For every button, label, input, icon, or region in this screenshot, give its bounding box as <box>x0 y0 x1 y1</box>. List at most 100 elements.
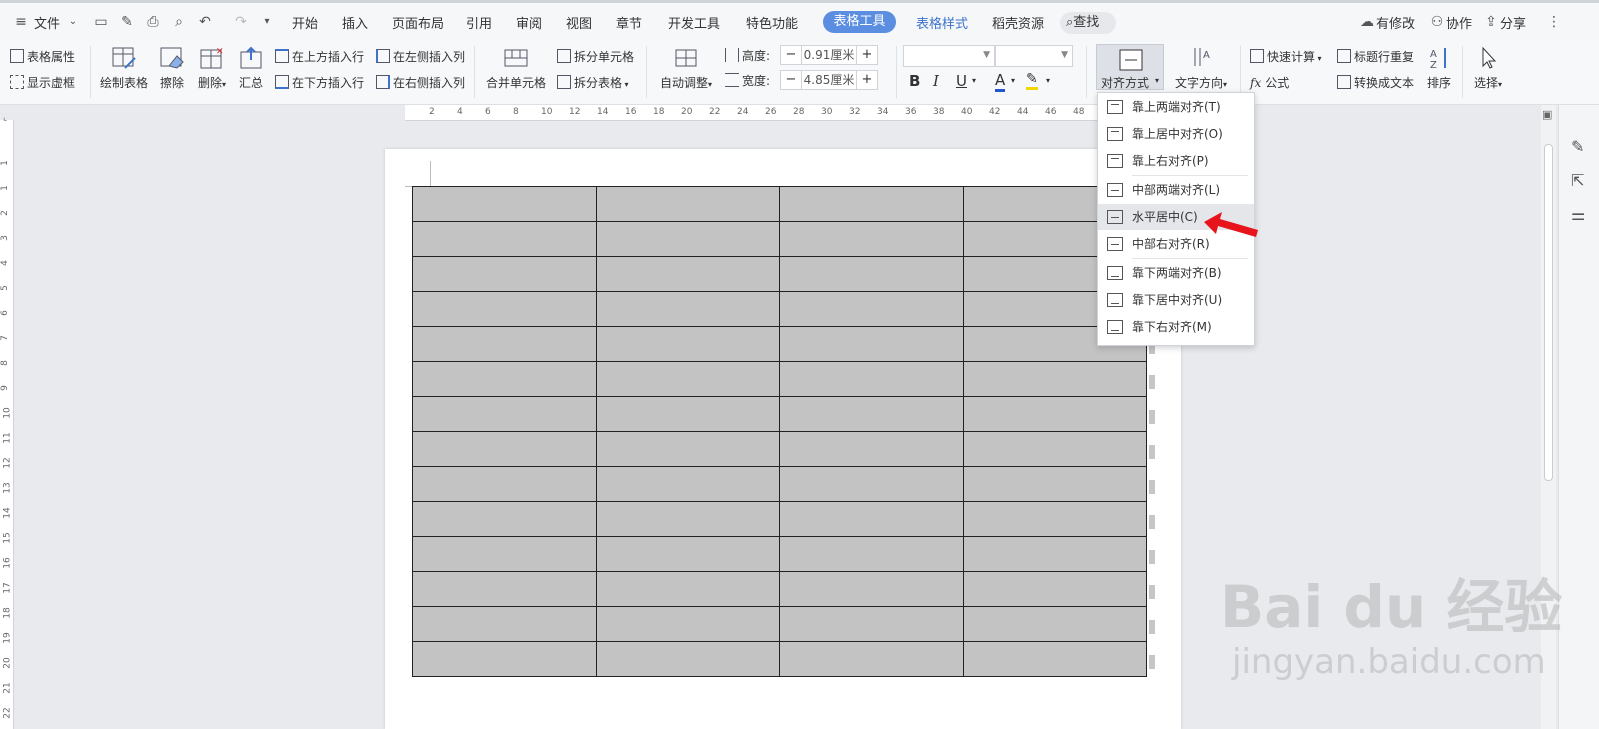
tab-insert[interactable]: 插入 <box>342 13 368 32</box>
table-cell[interactable] <box>412 396 597 432</box>
table-cell[interactable] <box>412 571 597 607</box>
select-button[interactable]: 选择▾ <box>1468 46 1508 91</box>
table-cell[interactable] <box>779 641 964 677</box>
auto-fit-button[interactable]: 自动调整▾ <box>656 46 716 91</box>
erase-button[interactable]: 擦除 <box>154 46 190 91</box>
chevron-down-icon[interactable]: ▾ <box>1046 76 1050 85</box>
table-cell[interactable] <box>779 431 964 467</box>
menu-item-top-justify[interactable]: 靠上两端对齐(T) <box>1098 94 1254 120</box>
summary-button[interactable]: 汇总 <box>236 46 266 91</box>
text-direction-button[interactable]: A 文字方向▾ <box>1168 46 1234 91</box>
file-menu[interactable]: 文件 <box>34 13 60 32</box>
quick-calc-button[interactable]: 快速计算 ▾ <box>1250 48 1322 65</box>
tab-table-style[interactable]: 表格样式 <box>916 13 968 32</box>
table-cell[interactable] <box>779 536 964 572</box>
table-cell[interactable] <box>779 606 964 642</box>
table-cell[interactable] <box>412 466 597 502</box>
width-stepper[interactable]: − 4.85厘米 + <box>780 70 878 90</box>
table-cell[interactable] <box>595 396 780 432</box>
chevron-down-icon[interactable]: ▾ <box>972 76 976 85</box>
print-icon[interactable]: ⎙ <box>144 13 162 31</box>
table-cell[interactable] <box>779 326 964 362</box>
insert-col-left-button[interactable]: 在左侧插入列 <box>376 48 465 65</box>
convert-to-text-button[interactable]: 转换成文本 <box>1337 74 1414 91</box>
print-preview-icon[interactable]: ⌕ <box>170 13 188 31</box>
table-cell[interactable] <box>595 291 780 327</box>
height-increase-button[interactable]: + <box>857 46 877 64</box>
menu-item-bottom-right[interactable]: 靠下右对齐(M) <box>1098 314 1254 340</box>
tab-docer[interactable]: 稻壳资源 <box>992 13 1044 32</box>
table-cell[interactable] <box>779 291 964 327</box>
table-cell[interactable] <box>962 641 1147 677</box>
table-cell[interactable] <box>779 361 964 397</box>
menu-item-bottom-justify[interactable]: 靠下两端对齐(B) <box>1098 260 1254 286</box>
vertical-scrollbar-thumb[interactable] <box>1544 144 1553 481</box>
table-cell[interactable] <box>595 256 780 292</box>
table-cell[interactable] <box>595 186 780 222</box>
width-increase-button[interactable]: + <box>857 71 877 89</box>
insert-row-below-button[interactable]: 在下方插入行 <box>275 74 364 91</box>
insert-col-right-button[interactable]: 在右侧插入列 <box>376 74 465 91</box>
font-family-select[interactable]: ▼ <box>903 45 995 67</box>
table-cell[interactable] <box>962 536 1147 572</box>
more-icon[interactable]: ▾ <box>258 13 276 31</box>
tab-references[interactable]: 引用 <box>466 13 492 32</box>
table-cell[interactable] <box>595 501 780 537</box>
table-cell[interactable] <box>412 641 597 677</box>
table-cell[interactable] <box>595 326 780 362</box>
table-cell[interactable] <box>595 606 780 642</box>
table-cell[interactable] <box>962 606 1147 642</box>
pen-icon[interactable]: ✎ <box>1571 137 1584 156</box>
menu-item-top-center[interactable]: 靠上居中对齐(O) <box>1098 121 1254 147</box>
pointer-icon[interactable]: ⇱ <box>1571 171 1584 190</box>
bold-icon[interactable]: B <box>909 72 920 90</box>
table-cell[interactable] <box>779 501 964 537</box>
tab-start[interactable]: 开始 <box>292 13 318 32</box>
pin-icon[interactable]: ▣ <box>1542 108 1552 121</box>
vertical-ruler[interactable]: 11234567891011121314151617181920212223 <box>0 120 14 729</box>
width-decrease-button[interactable]: − <box>781 71 801 89</box>
font-size-select[interactable]: ▼ <box>995 45 1073 67</box>
sort-button[interactable]: AZ 排序 <box>1422 46 1456 91</box>
table-cell[interactable] <box>595 361 780 397</box>
tab-features[interactable]: 特色功能 <box>746 13 798 32</box>
tab-view[interactable]: 视图 <box>566 13 592 32</box>
document-page[interactable] <box>385 149 1181 729</box>
table-cell[interactable] <box>779 256 964 292</box>
table-cell[interactable] <box>412 606 597 642</box>
more-options-icon[interactable]: ⋮ <box>1545 13 1563 31</box>
table-cell[interactable] <box>595 536 780 572</box>
height-decrease-button[interactable]: − <box>781 46 801 64</box>
highlight-icon[interactable]: ✎ <box>1026 71 1038 90</box>
undo-icon[interactable]: ↶ <box>196 13 214 31</box>
document-table[interactable] <box>412 186 1147 677</box>
height-value[interactable]: 0.91厘米 <box>801 46 857 64</box>
table-cell[interactable] <box>779 221 964 257</box>
table-cell[interactable] <box>595 431 780 467</box>
search-button[interactable]: ⌕查找 <box>1060 12 1116 34</box>
insert-row-above-button[interactable]: 在上方插入行 <box>275 48 364 65</box>
menu-item-top-right[interactable]: 靠上右对齐(P) <box>1098 148 1254 174</box>
table-cell[interactable] <box>779 571 964 607</box>
table-cell[interactable] <box>412 361 597 397</box>
align-button[interactable]: 对齐方式 ▾ <box>1096 44 1164 90</box>
font-color-icon[interactable]: A <box>995 71 1006 92</box>
chevron-down-icon[interactable]: ▾ <box>1011 76 1015 85</box>
table-cell[interactable] <box>412 221 597 257</box>
menu-item-middle-justify[interactable]: 中部两端对齐(L) <box>1098 177 1254 203</box>
menu-item-bottom-center[interactable]: 靠下居中对齐(U) <box>1098 287 1254 313</box>
table-cell[interactable] <box>779 186 964 222</box>
table-cell[interactable] <box>412 501 597 537</box>
table-cell[interactable] <box>412 291 597 327</box>
table-cell[interactable] <box>962 431 1147 467</box>
table-cell[interactable] <box>962 396 1147 432</box>
table-cell[interactable] <box>595 641 780 677</box>
merge-cells-button[interactable]: 合并单元格 <box>484 46 548 91</box>
draw-table-button[interactable]: 绘制表格 <box>98 46 150 91</box>
formula-button[interactable]: fx 公式 <box>1250 74 1289 91</box>
horizontal-ruler[interactable]: 2 4 6 8 10 12 14 16 18 20 22 24 26 28 30 32 34 36 38 40 42 44… <box>405 105 1145 121</box>
split-table-button[interactable]: 拆分表格 ▾ <box>557 74 629 91</box>
header-repeat-button[interactable]: 标题行重复 <box>1337 48 1414 65</box>
underline-icon[interactable]: U <box>956 72 967 90</box>
tab-table-tools[interactable]: 表格工具 <box>823 11 896 33</box>
